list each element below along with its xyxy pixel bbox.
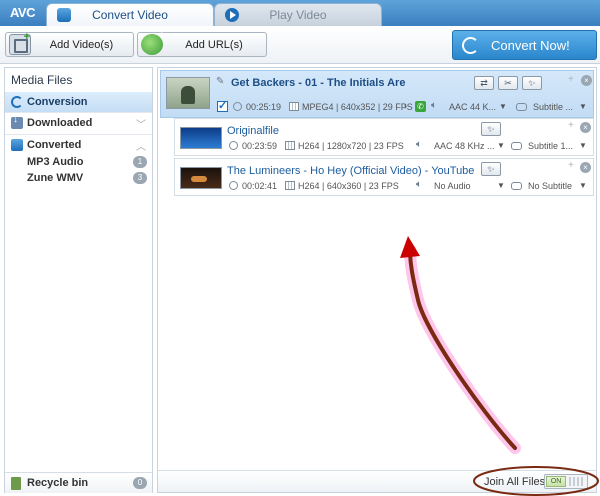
sidebar-item-label: MP3 Audio [27, 156, 84, 168]
subtitle-icon [511, 142, 522, 150]
app-logo: AVC [10, 5, 35, 20]
add-url-globe-icon [141, 30, 165, 55]
chevron-up-icon[interactable]: ︿ [136, 138, 146, 153]
join-all-files-toggle[interactable]: ON [544, 474, 588, 489]
clock-icon [229, 141, 238, 150]
sidebar-item-label: Conversion [27, 96, 88, 108]
clock-icon [229, 181, 238, 190]
close-icon[interactable]: × [580, 162, 591, 173]
file-audio[interactable]: AAC 44 K... [449, 102, 496, 112]
recycle-bin-icon [11, 477, 21, 490]
audio-dropdown-icon[interactable]: ▼ [497, 141, 505, 150]
settings-icon[interactable]: ⇄ [474, 76, 494, 90]
device-icon[interactable]: ✆ [415, 101, 426, 112]
film-icon [285, 181, 295, 190]
sidebar-item-label: Zune WMV [27, 172, 84, 184]
download-icon [11, 114, 23, 129]
film-icon [289, 102, 299, 111]
file-video-info: H264 | 640x360 | 23 FPS [298, 181, 399, 191]
tab-convert-video[interactable]: Convert Video [46, 3, 214, 26]
count-badge: 0 [133, 477, 147, 489]
audio-icon: 🔈︎ [431, 100, 437, 111]
count-badge: 1 [133, 156, 147, 168]
add-url-button[interactable]: Add URL(s) [137, 30, 267, 57]
file-duration: 00:23:59 [242, 141, 278, 151]
sidebar-item-zune-wmv[interactable]: Zune WMV 3 [5, 170, 152, 186]
play-arrow-icon[interactable]: › [404, 101, 407, 111]
add-video-button[interactable]: Add Video(s) [5, 31, 134, 57]
add-video-label: Add Video(s) [49, 39, 114, 51]
plus-icon[interactable]: + [568, 160, 574, 171]
file-subtitle[interactable]: No Subtitle [528, 181, 572, 191]
video-thumbnail [180, 167, 222, 189]
file-checkbox[interactable] [217, 99, 228, 112]
film-icon [285, 141, 295, 150]
file-video-info: MPEG4 | 640x352 | 29 FPS [302, 102, 413, 112]
convert-now-button[interactable]: Convert Now! [452, 30, 597, 60]
file-video-info: H264 | 1280x720 | 23 FPS [298, 141, 404, 151]
refresh-icon [462, 37, 479, 54]
add-video-icon [9, 31, 31, 55]
file-title[interactable]: Originalfile [227, 125, 279, 137]
toggle-knob [569, 477, 585, 486]
subtitle-dropdown-icon[interactable]: ▼ [579, 141, 587, 150]
file-row-main[interactable]: ✎ Get Backers - 01 - The Initials Are 00… [160, 70, 594, 118]
close-icon[interactable]: × [581, 75, 592, 86]
sidebar-item-label: Recycle bin [27, 477, 89, 489]
tab-convert-video-label: Convert Video [92, 8, 168, 22]
file-duration: 00:02:41 [242, 181, 278, 191]
close-icon[interactable]: × [580, 122, 591, 133]
convert-now-label: Convert Now! [491, 38, 570, 53]
sidebar-item-recycle-bin[interactable]: Recycle bin 0 [5, 472, 152, 493]
magic-wand-icon[interactable]: ✨︎ [481, 162, 501, 176]
file-title[interactable]: The Lumineers - Ho Hey (Official Video) … [227, 165, 474, 177]
scissors-icon[interactable]: ✂ [498, 76, 518, 90]
add-url-label: Add URL(s) [185, 39, 243, 51]
file-title[interactable]: Get Backers - 01 - The Initials Are [231, 77, 405, 89]
audio-icon: 🔈︎ [416, 179, 422, 190]
file-audio[interactable]: No Audio [434, 181, 471, 191]
subtitle-dropdown-icon[interactable]: ▼ [579, 181, 587, 190]
audio-icon: 🔈︎ [416, 139, 422, 150]
sidebar-item-downloaded[interactable]: Downloaded ﹀ [5, 112, 152, 132]
pencil-icon[interactable]: ✎ [216, 77, 226, 87]
plus-icon[interactable]: + [568, 74, 574, 85]
file-duration: 00:25:19 [246, 102, 282, 112]
converted-icon [11, 139, 23, 151]
chevron-down-icon[interactable]: ﹀ [136, 116, 146, 131]
clock-icon [233, 102, 242, 111]
status-bar: Join All Files ON [158, 470, 596, 492]
subtitle-icon [511, 182, 522, 190]
sidebar-title: Media Files [11, 73, 73, 87]
audio-dropdown-icon[interactable]: ▼ [497, 181, 505, 190]
video-thumbnail [180, 127, 222, 149]
subtitle-icon [516, 103, 527, 111]
tab-play-video[interactable]: Play Video [214, 3, 382, 26]
file-subtitle[interactable]: Subtitle 1... [528, 141, 573, 151]
sidebar-item-conversion[interactable]: Conversion [5, 92, 152, 112]
file-audio[interactable]: AAC 48 KHz ... [434, 141, 495, 151]
plus-icon[interactable]: + [568, 120, 574, 131]
file-row-child[interactable]: The Lumineers - Ho Hey (Official Video) … [174, 158, 594, 196]
magic-wand-icon[interactable]: ✨︎ [522, 76, 542, 90]
video-thumbnail [166, 77, 210, 109]
sidebar-item-converted[interactable]: Converted ︿ [5, 134, 152, 154]
title-bar: AVC Convert Video Play Video [0, 0, 600, 26]
file-subtitle[interactable]: Subtitle ... [533, 102, 573, 112]
sidebar-item-label: Downloaded [27, 117, 93, 129]
subtitle-dropdown-icon[interactable]: ▼ [579, 102, 587, 111]
sidebar-item-mp3-audio[interactable]: MP3 Audio 1 [5, 154, 152, 170]
join-all-files-label: Join All Files [484, 476, 546, 488]
sidebar: Media Files Conversion Downloaded ﹀ Conv… [4, 67, 153, 493]
file-list: ✎ Get Backers - 01 - The Initials Are 00… [157, 67, 597, 493]
count-badge: 3 [133, 172, 147, 184]
audio-dropdown-icon[interactable]: ▼ [499, 102, 507, 111]
magic-wand-icon[interactable]: ✨︎ [481, 122, 501, 136]
sidebar-item-label: Converted [27, 139, 82, 151]
file-row-child[interactable]: Originalfile 00:23:59 H264 | 1280x720 | … [174, 118, 594, 156]
tab-play-video-label: Play Video [269, 8, 327, 22]
conversion-icon [11, 96, 23, 108]
toggle-on-label: ON [546, 476, 566, 487]
